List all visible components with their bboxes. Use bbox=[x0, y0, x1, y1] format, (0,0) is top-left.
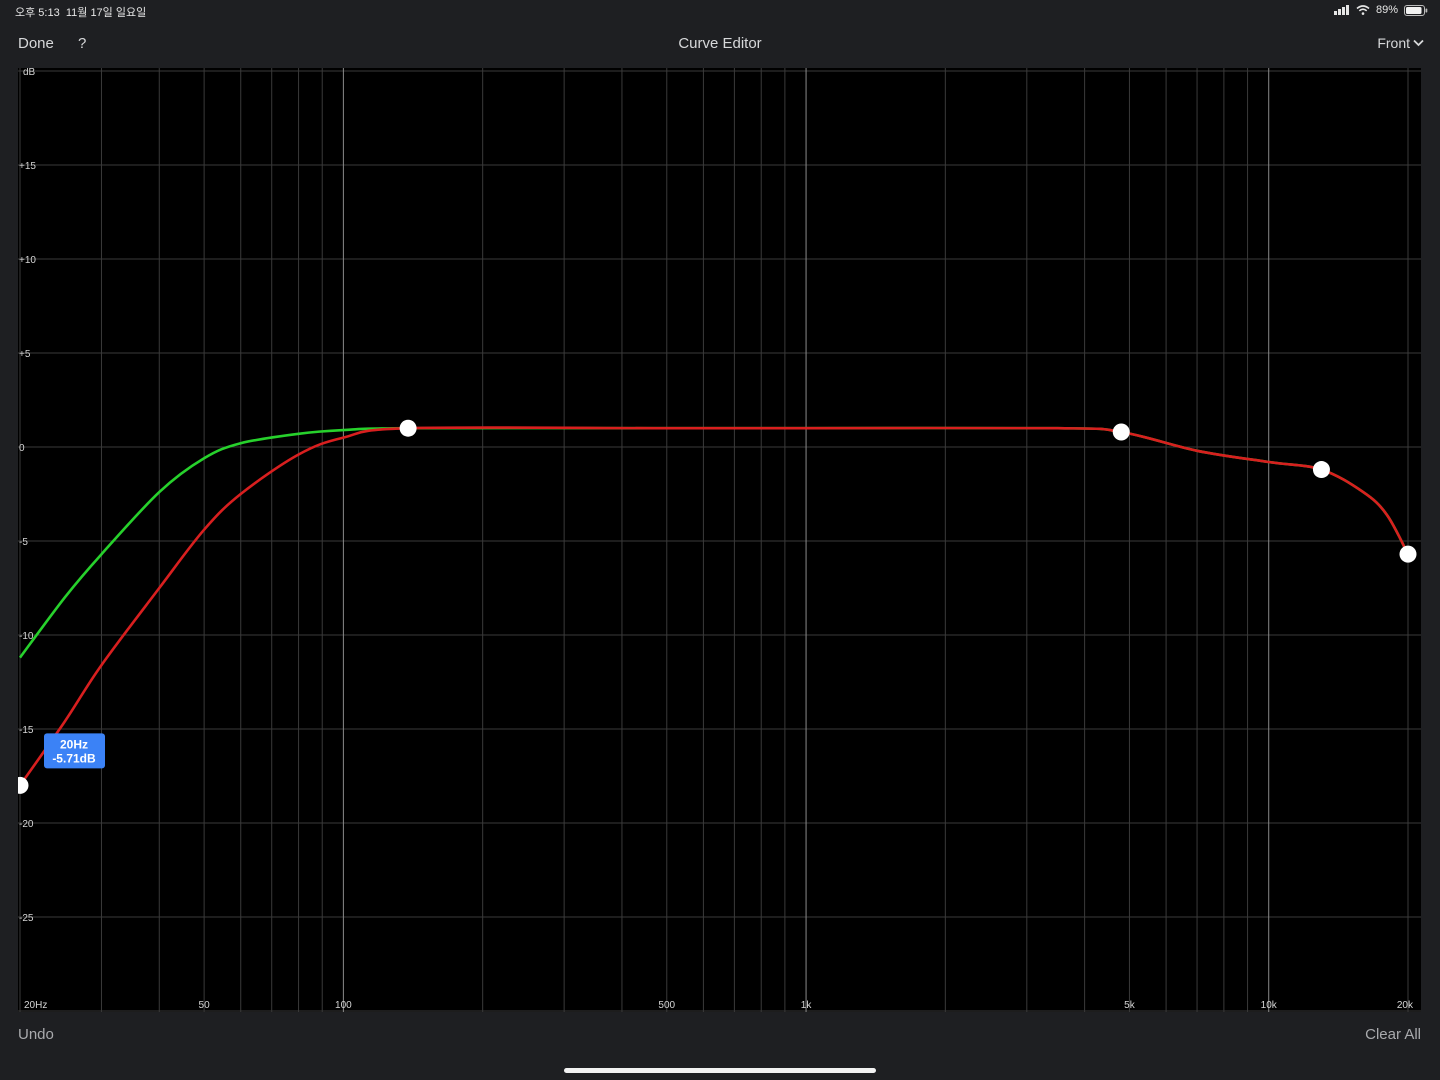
control-points[interactable] bbox=[11, 419, 1417, 794]
x-tick-label: 50 bbox=[199, 1000, 211, 1011]
x-tick-label: 20Hz bbox=[24, 1000, 47, 1011]
y-tick-label: -5 bbox=[19, 537, 28, 548]
status-time-text: 오후 5:13 bbox=[15, 7, 60, 19]
chevron-down-icon bbox=[1413, 39, 1424, 47]
red-curve bbox=[18, 426, 1410, 787]
signal-icon bbox=[1333, 5, 1349, 15]
channel-selector-label: Front bbox=[1377, 35, 1410, 51]
control-point-handle[interactable] bbox=[399, 419, 417, 437]
navigation-bar: Done ? Curve Editor Front bbox=[0, 22, 1440, 68]
x-tick-label: 10k bbox=[1261, 1000, 1278, 1011]
status-time: 오후 5:13 11월 17일 일요일 bbox=[15, 4, 146, 20]
x-tick-label: 100 bbox=[335, 1000, 352, 1011]
home-indicator bbox=[564, 1068, 876, 1073]
frequency-tooltip: 20Hz -5.71dB bbox=[44, 733, 105, 769]
wifi-icon bbox=[1356, 5, 1370, 15]
control-point-handle[interactable] bbox=[1112, 423, 1130, 441]
x-tick-label: 500 bbox=[658, 1000, 675, 1011]
status-bar: 오후 5:13 11월 17일 일요일 89% bbox=[0, 0, 1440, 22]
y-tick-label: -15 bbox=[19, 725, 34, 736]
x-tick-label: 1k bbox=[801, 1000, 813, 1011]
chart-grid bbox=[18, 68, 1421, 1012]
y-tick-label: -20 bbox=[19, 819, 34, 830]
battery-icon bbox=[1404, 4, 1428, 16]
x-axis-labels: 20Hz 50 100 500 1k 5k 10k 20k bbox=[24, 1000, 1414, 1011]
tooltip-gain: -5.71dB bbox=[52, 751, 96, 765]
control-point-handle[interactable] bbox=[1399, 545, 1417, 563]
y-axis-unit-label: dB bbox=[23, 68, 36, 78]
page-title: Curve Editor bbox=[678, 35, 762, 52]
y-tick-label: +15 bbox=[19, 161, 36, 172]
x-tick-label: 5k bbox=[1124, 1000, 1136, 1011]
channel-selector[interactable]: Front bbox=[1377, 35, 1424, 51]
control-point-handle[interactable] bbox=[11, 776, 29, 794]
done-button[interactable]: Done bbox=[18, 35, 54, 52]
status-date: 11월 17일 일요일 bbox=[65, 7, 147, 19]
clear-all-button[interactable]: Clear All bbox=[1365, 1026, 1421, 1043]
x-tick-label: 20k bbox=[1397, 1000, 1414, 1011]
curve-chart-area[interactable]: +15 +10 +5 0 -5 -10 -15 -20 -25 20Hz 50 100 500 1k 5k… bbox=[11, 67, 1421, 1012]
y-tick-label: 0 bbox=[19, 443, 25, 454]
undo-button[interactable]: Undo bbox=[18, 1026, 54, 1043]
help-button[interactable]: ? bbox=[78, 35, 86, 52]
tooltip-frequency: 20Hz bbox=[60, 737, 88, 751]
eq-curve-chart[interactable]: +15+10+50-5-10-15-20-25 20Hz 50 100 500 1k 5k… bbox=[11, 67, 1421, 1012]
green-curve bbox=[18, 426, 1410, 659]
status-right: 89% bbox=[1333, 4, 1428, 16]
y-tick-label: +5 bbox=[19, 349, 31, 360]
y-tick-label: -25 bbox=[19, 913, 34, 924]
battery-percent: 89% bbox=[1375, 4, 1398, 16]
control-point-handle[interactable] bbox=[1312, 461, 1330, 479]
y-tick-label: +10 bbox=[19, 255, 36, 266]
curves bbox=[18, 426, 1410, 787]
y-axis-labels: +15+10+50-5-10-15-20-25 bbox=[19, 161, 36, 924]
